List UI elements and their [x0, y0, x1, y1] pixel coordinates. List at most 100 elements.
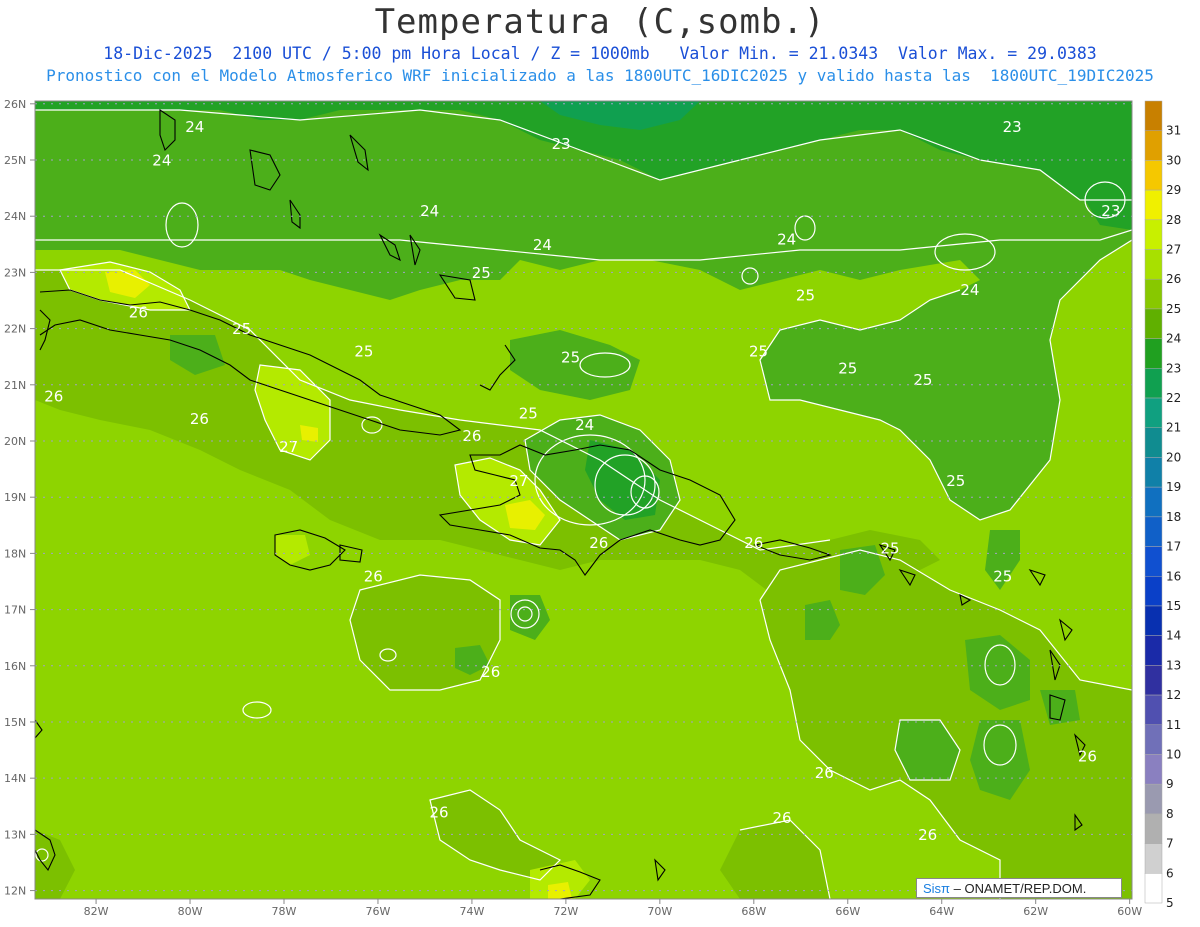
colorbar-label: 25 — [1166, 302, 1181, 316]
colorbar-label: 29 — [1166, 183, 1181, 197]
lat-tick-label: 20N — [4, 435, 26, 448]
lon-tick-label: 78W — [272, 905, 297, 918]
colorbar: 31 30 29 28 27 26 25 24 23 22 21 20 19 18 17 16 15 14 13 12… — [1144, 100, 1181, 910]
contour-label: 26 — [190, 410, 209, 428]
colorbar-swatch — [1144, 457, 1163, 488]
contour-label: 27 — [509, 472, 528, 490]
colorbar-swatch — [1144, 308, 1163, 339]
lat-tick-label: 25N — [4, 154, 26, 167]
contour-label: 27 — [279, 438, 298, 456]
colorbar-label: 8 — [1166, 807, 1174, 821]
lon-tick-label: 68W — [741, 905, 766, 918]
contour-label: 23 — [1003, 118, 1022, 136]
lat-tick-label: 17N — [4, 604, 26, 617]
colorbar-swatch — [1144, 130, 1163, 161]
contour-label: 26 — [364, 567, 383, 585]
contour-label: 25 — [561, 348, 580, 366]
credit-organization: – ONAMET/REP.DOM. — [953, 881, 1087, 896]
contour-label: 24 — [185, 118, 204, 136]
colorbar-label: 23 — [1166, 361, 1181, 375]
colorbar-label: 30 — [1166, 153, 1181, 167]
sispi-logo: Sisπ — [923, 881, 951, 896]
lat-tick-label: 21N — [4, 379, 26, 392]
contour-label: 25 — [993, 567, 1012, 585]
contour-label: 24 — [777, 230, 796, 248]
colorbar-label: 21 — [1166, 421, 1181, 435]
lon-tick-label: 72W — [553, 905, 578, 918]
contour-label: 25 — [946, 472, 965, 490]
colorbar-label: 19 — [1166, 480, 1181, 494]
contour-label: 25 — [913, 371, 932, 389]
colorbar-label: 24 — [1166, 332, 1181, 346]
contour-label: 24 — [152, 152, 171, 170]
contour-label: 26 — [589, 534, 608, 552]
contour-label: 26 — [429, 804, 448, 822]
longitude-axis: 82W 80W 78W 76W 74W 72W 70W 68W 66W 64W 62W 60W — [84, 899, 1142, 918]
colorbar-swatch — [1144, 783, 1163, 815]
colorbar-label: 15 — [1166, 599, 1181, 613]
lat-tick-label: 24N — [4, 210, 26, 223]
colorbar-label: 5 — [1166, 896, 1174, 910]
contour-label: 24 — [420, 202, 439, 220]
colorbar-label: 31 — [1166, 124, 1181, 138]
colorbar-swatch — [1144, 189, 1163, 221]
colorbar-label: 22 — [1166, 391, 1181, 405]
colorbar-label: 13 — [1166, 658, 1181, 672]
colorbar-label: 6 — [1166, 866, 1174, 880]
lat-tick-label: 16N — [4, 660, 26, 673]
contour-label: 24 — [960, 281, 979, 299]
lon-tick-label: 64W — [929, 905, 954, 918]
contour-label: 25 — [881, 539, 900, 557]
colorbar-label: 17 — [1166, 540, 1181, 554]
colorbar-swatch — [1144, 843, 1163, 874]
lat-tick-label: 15N — [4, 716, 26, 729]
contour-label: 25 — [796, 287, 815, 305]
lat-tick-label: 23N — [4, 266, 26, 279]
colorbar-swatch — [1144, 754, 1163, 785]
colorbar-swatch — [1144, 278, 1163, 310]
colorbar-label: 7 — [1166, 837, 1174, 851]
contour-label: 24 — [533, 236, 552, 254]
contour-label: 25 — [472, 264, 491, 282]
lat-tick-label: 26N — [4, 98, 26, 111]
lon-tick-label: 70W — [647, 905, 672, 918]
lat-tick-label: 22N — [4, 323, 26, 336]
colorbar-swatch — [1144, 219, 1163, 250]
colorbar-swatch — [1144, 873, 1163, 904]
contour-label: 26 — [744, 534, 763, 552]
colorbar-label: 11 — [1166, 718, 1181, 732]
contour-label: 26 — [918, 826, 937, 844]
contour-label: 26 — [815, 764, 834, 782]
colorbar-swatch — [1144, 249, 1163, 280]
contour-label: 26 — [1078, 747, 1097, 765]
colorbar-swatch — [1144, 724, 1163, 755]
lat-tick-label: 14N — [4, 772, 26, 785]
colorbar-label: 12 — [1166, 688, 1181, 702]
colorbar-swatch — [1144, 694, 1163, 726]
lat-tick-label: 19N — [4, 491, 26, 504]
lat-tick-label: 12N — [4, 885, 26, 898]
credit-box: Sisπ – ONAMET/REP.DOM. — [916, 878, 1122, 898]
contour-label: 26 — [129, 303, 148, 321]
colorbar-label: 14 — [1166, 629, 1181, 643]
colorbar-swatch — [1144, 427, 1163, 458]
colorbar-label: 18 — [1166, 510, 1181, 524]
colorbar-swatch — [1144, 397, 1163, 428]
contour-label: 24 — [575, 416, 594, 434]
lon-tick-label: 66W — [835, 905, 860, 918]
colorbar-swatch — [1144, 605, 1163, 636]
lon-tick-label: 80W — [178, 905, 203, 918]
colorbar-swatch — [1144, 338, 1163, 369]
lat-tick-label: 13N — [4, 828, 26, 841]
contour-label: 25 — [232, 320, 251, 338]
colorbar-label: 10 — [1166, 747, 1181, 761]
colorbar-label: 9 — [1166, 777, 1174, 791]
colorbar-swatch — [1144, 576, 1163, 607]
lat-tick-label: 18N — [4, 547, 26, 560]
colorbar-swatch — [1144, 635, 1163, 666]
contour-label: 23 — [1101, 202, 1120, 220]
colorbar-swatch — [1144, 516, 1163, 547]
contour-label: 26 — [772, 809, 791, 827]
colorbar-label: 16 — [1166, 569, 1181, 583]
contour-label: 25 — [749, 343, 768, 361]
